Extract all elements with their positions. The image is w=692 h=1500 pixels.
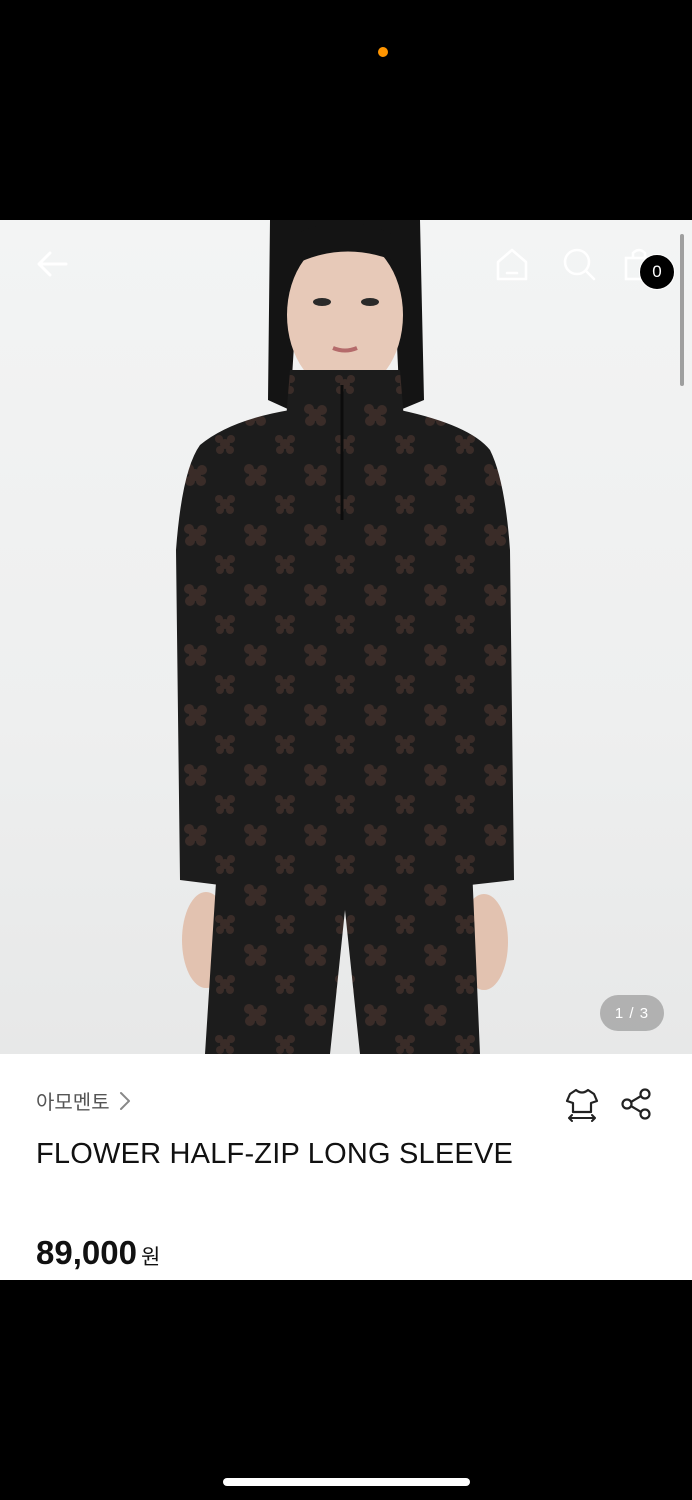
status-indicator-dot bbox=[378, 47, 388, 57]
search-button[interactable] bbox=[557, 242, 601, 286]
product-info-section: 아모멘토 FLOWER HALF-ZIP LONG SLEEVE 89,000 … bbox=[0, 1054, 692, 1280]
brand-link[interactable]: 아모멘토 bbox=[36, 1086, 132, 1115]
size-guide-button[interactable] bbox=[562, 1084, 602, 1124]
back-button[interactable] bbox=[30, 242, 74, 286]
home-button[interactable] bbox=[490, 242, 534, 286]
brand-name: 아모멘토 bbox=[36, 1090, 110, 1114]
home-indicator[interactable] bbox=[223, 1478, 470, 1486]
product-image-gallery[interactable] bbox=[0, 220, 692, 1054]
chevron-right-icon bbox=[119, 1091, 130, 1110]
scrollbar[interactable] bbox=[680, 234, 684, 386]
currency-label: 원 bbox=[140, 1245, 161, 1269]
top-navigation bbox=[0, 220, 692, 310]
product-photo bbox=[176, 220, 514, 1054]
arrow-left-icon bbox=[37, 251, 68, 277]
share-button[interactable] bbox=[616, 1084, 656, 1124]
product-price: 89,000 bbox=[36, 1234, 137, 1271]
price-row: 89,000 원 bbox=[36, 1234, 160, 1272]
search-icon bbox=[563, 248, 596, 281]
cart-count-badge: 0 bbox=[639, 254, 675, 290]
home-icon bbox=[496, 248, 528, 281]
product-title: FLOWER HALF-ZIP LONG SLEEVE bbox=[36, 1138, 514, 1170]
share-icon bbox=[621, 1088, 651, 1120]
size-guide-shirt-icon bbox=[565, 1088, 599, 1122]
image-pager-indicator: 1 / 3 bbox=[600, 995, 664, 1031]
